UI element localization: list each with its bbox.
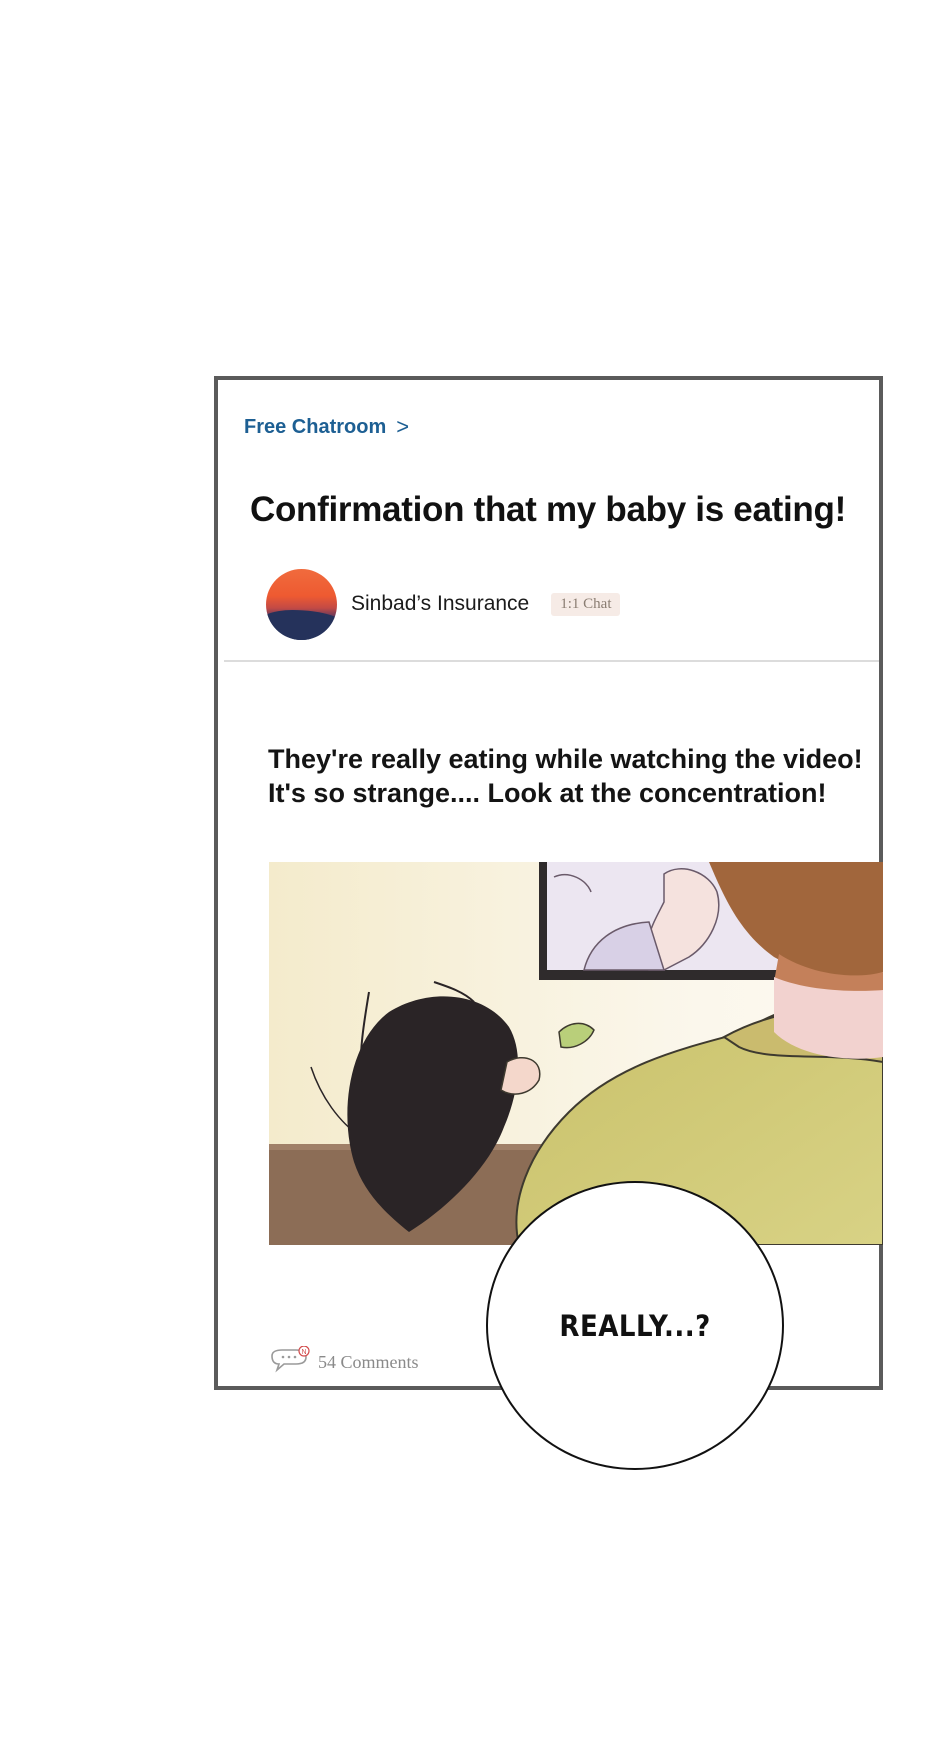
speech-bubble: REALLY...? [486, 1181, 784, 1470]
chat-button[interactable]: 1:1 Chat [551, 592, 621, 616]
author-name[interactable]: Sinbad’s Insurance [351, 592, 529, 616]
breadcrumb[interactable]: Free Chatroom > [244, 414, 409, 440]
new-badge-icon: N [301, 1349, 306, 1356]
chevron-right-icon[interactable]: > [396, 414, 409, 440]
post-title: Confirmation that my baby is eating! [250, 490, 846, 529]
comments-count[interactable]: 54 Comments [318, 1352, 419, 1373]
speech-bubble-text: REALLY...? [559, 1308, 711, 1343]
divider [224, 660, 879, 662]
breadcrumb-label[interactable]: Free Chatroom [244, 416, 386, 439]
post-body-line: It's so strange.... Look at the concentr… [268, 778, 827, 808]
author-row: Sinbad’s Insurance 1:1 Chat [266, 568, 621, 640]
post-body-line: They're really eating while watching the… [268, 744, 863, 774]
post-body: They're really eating while watching the… [268, 742, 868, 810]
avatar[interactable] [266, 568, 337, 640]
speech-bubble-icon[interactable]: N [268, 1345, 310, 1378]
comments-row[interactable]: N 54 Comments [268, 1345, 419, 1378]
post-image [269, 862, 883, 1245]
